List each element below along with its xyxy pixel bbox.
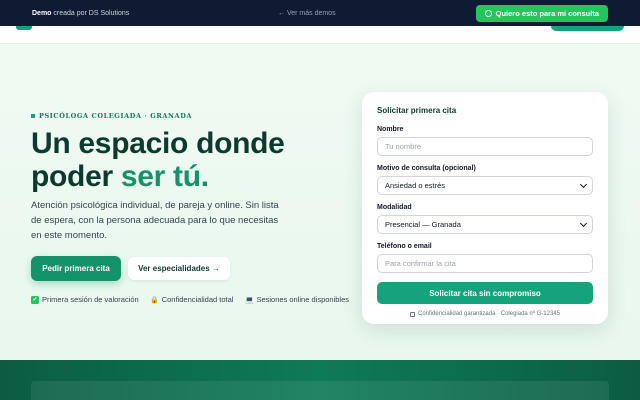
mode-value: Presencial — Granada [385, 220, 461, 229]
trust-item: 💻 Sesiones online disponibles [245, 295, 349, 304]
appointment-form-card: Solicitar primera cita Nombre Tu nombre … [362, 92, 608, 324]
contact-label: Teléfono o email [377, 243, 432, 250]
trust-label: Sesiones online disponibles [256, 295, 350, 304]
form-title: Solicitar primera cita [377, 106, 457, 115]
headline-line-1: Un espacio donde [31, 127, 285, 160]
eyebrow-dot-icon [31, 114, 35, 118]
header-cta-button[interactable] [551, 26, 624, 31]
demo-cta-button[interactable]: Quiero esto para mi consulta [475, 5, 608, 22]
lock-icon [410, 311, 416, 317]
demo-credit: Demo creada por DS Solutions [32, 9, 130, 17]
form-footnote: Confidencialidad garantizada · Colegiada… [377, 311, 593, 317]
chevron-down-icon [579, 180, 588, 189]
headline-accent: ser tú. [120, 160, 209, 193]
trust-label: Primera sesión de valoración [42, 295, 139, 304]
trust-item: 🔒 Confidencialidad total [150, 295, 234, 304]
logo[interactable] [16, 26, 32, 30]
book-appointment-button[interactable]: Pedir primera cita [31, 256, 121, 281]
trust-item: ✓ Primera sesión de valoración [31, 295, 139, 304]
hero-lead: Atención psicológica individual, de pare… [31, 200, 279, 241]
demo-cta-label: Quiero esto para mi consulta [495, 9, 599, 18]
footnote-text: Confidencialidad garantizada · Colegiada… [418, 311, 560, 317]
reason-label: Motivo de consulta (opcional) [377, 165, 476, 172]
reason-select[interactable]: Ansiedad o estrés [377, 176, 593, 195]
trust-badges: ✓ Primera sesión de valoración 🔒 Confide… [31, 295, 349, 304]
contact-input[interactable]: Para confirmar la cita [377, 254, 593, 273]
demo-bar: Demo creada por DS Solutions ← Ver más d… [0, 0, 640, 26]
trust-label: Confidencialidad total [161, 295, 234, 304]
eyebrow-text: PSICÓLOGA COLEGIADA · GRANADA [39, 112, 193, 120]
check-icon: ✓ [31, 295, 39, 304]
specialties-band [0, 360, 640, 400]
headline-line-2: poder [31, 160, 121, 193]
view-specialties-button[interactable]: Ver especialidades → [128, 257, 230, 280]
chevron-down-icon [579, 219, 588, 228]
hero-eyebrow: PSICÓLOGA COLEGIADA · GRANADA [31, 112, 192, 120]
name-label: Nombre [377, 126, 404, 133]
whatsapp-icon [484, 10, 492, 17]
band-panel [31, 381, 609, 400]
submit-button[interactable]: Solicitar cita sin compromiso [377, 282, 593, 304]
laptop-icon: 💻 [245, 296, 254, 304]
mode-label: Modalidad [377, 204, 412, 211]
name-input[interactable]: Tu nombre [377, 137, 593, 156]
lock-icon: 🔒 [150, 296, 160, 304]
mode-select[interactable]: Presencial — Granada [377, 215, 593, 234]
hero-headline: Un espacio donde poder ser tú. [31, 127, 331, 193]
more-demos-link[interactable]: ← Ver más demos [278, 0, 336, 26]
site-header [0, 26, 640, 44]
reason-value: Ansiedad o estrés [385, 181, 446, 190]
